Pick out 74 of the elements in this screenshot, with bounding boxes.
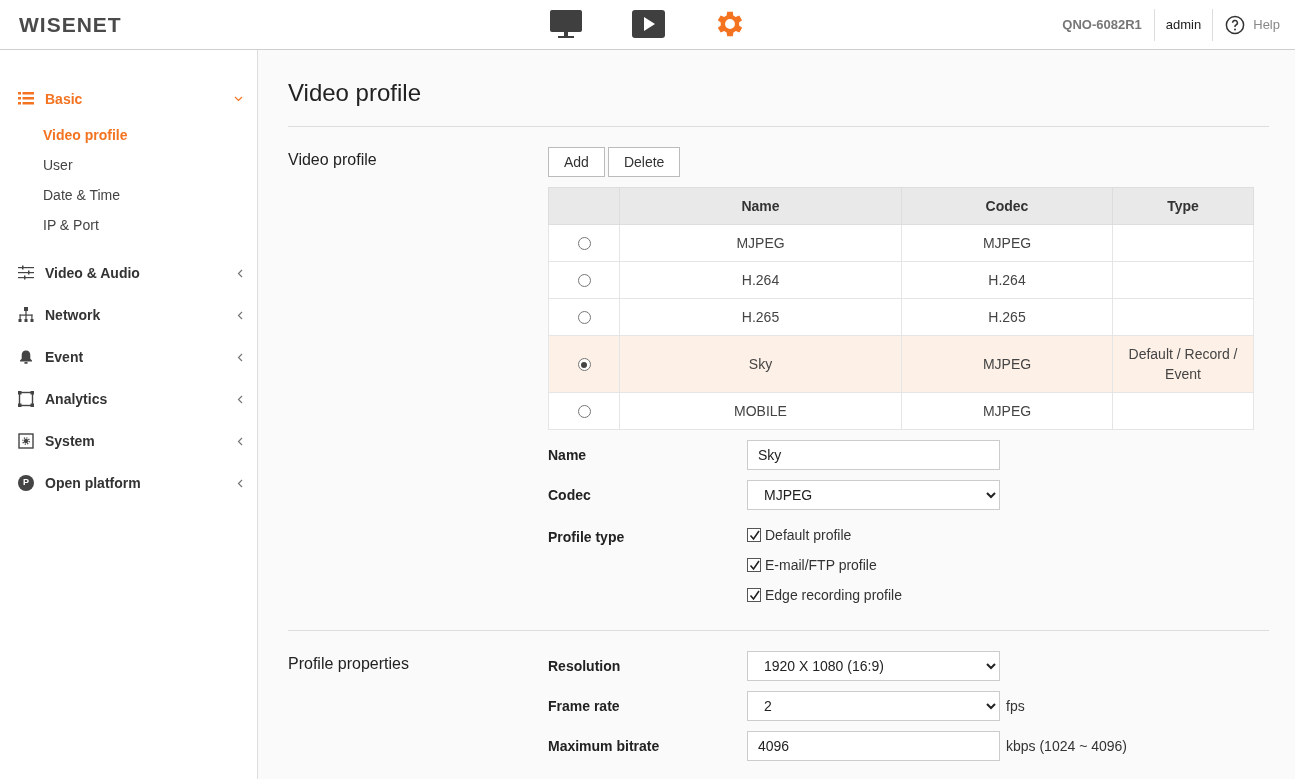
sidebar-subitem[interactable]: Date & Time [0, 180, 121, 210]
frame-icon [18, 391, 34, 407]
checkbox-label[interactable]: Edge recording profile [765, 584, 902, 606]
chevron-left-icon [237, 310, 243, 320]
field-label: Profile type [548, 528, 626, 547]
checkmark-icon [748, 529, 760, 541]
toolbar-button[interactable]: Delete [607, 147, 681, 177]
bell-icon [18, 349, 34, 365]
model-name: QNO-6082R1 [1062, 15, 1143, 34]
chevron-left-icon [237, 394, 243, 404]
chevron-left-icon [237, 352, 243, 362]
checkbox[interactable] [747, 528, 761, 542]
checkbox-label[interactable]: Default profile [765, 524, 852, 546]
field-label: Resolution [548, 656, 622, 676]
logo[interactable]: WISENET [19, 8, 122, 41]
chip-icon [18, 433, 34, 449]
unit-label: fps [1006, 696, 1025, 716]
table-cell: MOBILE [734, 403, 787, 419]
chevron-left-icon [237, 436, 243, 446]
section-title: Video profile [288, 150, 378, 170]
list-icon [18, 91, 34, 107]
user-link[interactable]: admin [1154, 14, 1213, 35]
sidebar-subitem[interactable]: User [0, 150, 73, 180]
checkbox[interactable] [747, 558, 761, 572]
sidebar-item[interactable]: P Open platform [0, 462, 257, 504]
section-title: Profile properties [288, 654, 410, 674]
network-icon [18, 307, 34, 323]
sidebar-item[interactable]: System [0, 420, 257, 462]
dropdown[interactable]: MJPEG [747, 480, 1000, 510]
table-cell: MJPEG [736, 235, 785, 251]
sidebar-item[interactable]: Analytics [0, 378, 257, 420]
radio-button[interactable] [577, 358, 591, 372]
toolbar-button[interactable]: Add [548, 147, 605, 177]
table-cell: H.264 [741, 272, 780, 288]
field-label: Name [548, 445, 588, 465]
table-cell: MJPEG [982, 235, 1032, 251]
radio-button[interactable] [577, 237, 591, 251]
field-label: Frame rate [548, 696, 621, 716]
input-field[interactable]: Sky [747, 440, 1000, 470]
column-header: Name [619, 187, 902, 225]
table-cell: MJPEG [982, 403, 1032, 419]
sidebar-item[interactable]: Network [0, 294, 257, 336]
help-icon [1225, 14, 1246, 35]
radio-button[interactable] [577, 405, 591, 419]
checkbox[interactable] [747, 588, 761, 602]
sidebar-subitem[interactable]: IP & Port [0, 210, 99, 240]
input-field[interactable]: 4096 [747, 731, 1000, 761]
chevron-left-icon [237, 268, 243, 278]
help-button[interactable]: Help [1213, 14, 1280, 35]
page-title: Video profile [288, 78, 422, 108]
dropdown[interactable]: 2 [747, 691, 1000, 721]
checkmark-icon [748, 559, 760, 571]
column-header: Type [1112, 187, 1254, 225]
table-cell: H.265 [988, 309, 1026, 325]
checkmark-icon [748, 589, 760, 601]
table-cell: H.265 [741, 309, 780, 325]
letter-icon: P [18, 475, 34, 491]
sidebar-item[interactable]: Event [0, 336, 257, 378]
table-cell: MJPEG [982, 356, 1032, 372]
chevron-left-icon [237, 478, 243, 488]
radio-button[interactable] [577, 274, 591, 288]
field-label: Maximum bitrate [548, 736, 661, 756]
checkbox-label[interactable]: E-mail/FTP profile [765, 554, 877, 576]
column-header: Codec [901, 187, 1113, 225]
sliders-icon [18, 265, 34, 281]
field-label: Codec [548, 485, 592, 505]
table-cell: H.264 [988, 272, 1026, 288]
dropdown[interactable]: 1920 X 1080 (16:9) [747, 651, 1000, 681]
radio-button[interactable] [577, 311, 591, 325]
sidebar-item[interactable]: Video & Audio [0, 252, 257, 294]
unit-label: kbps (1024 ~ 4096) [1006, 736, 1128, 756]
chevron-down-icon [234, 96, 243, 102]
table-cell: Sky [748, 356, 773, 372]
table-cell: Default / Record / Event [1128, 346, 1238, 382]
